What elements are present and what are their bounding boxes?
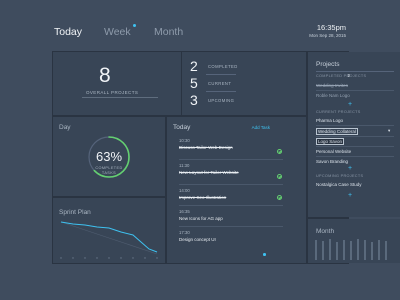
add-project-button[interactable]: + [348,101,352,108]
completion-label-line2: TASKS [101,171,117,175]
divider [316,71,394,72]
upcoming-count: 3 [190,92,198,108]
task-time: 16:35 [179,209,190,214]
completion-percent: 63% [95,149,123,164]
current-projects-label: CURRENT PROJECTS [316,110,361,114]
project-item[interactable]: Pharma Logo [316,118,343,123]
clock: 16:35pm Mon Sep 28, 2015 [309,23,346,38]
divider [179,226,283,227]
task-time: 10:30 [179,138,190,143]
overall-projects-label: OVERALL PROJECTS [86,90,139,95]
clock-date: Mon Sep 28, 2015 [309,33,346,38]
task-item[interactable]: New Icons for AG app [179,216,269,222]
check-icon[interactable] [277,195,282,200]
divider [316,136,394,137]
sprint-title: Sprint Plan [59,209,91,216]
project-item[interactable]: Roble Nam Logo [316,93,350,98]
month-title-label: Month [316,228,335,235]
upcoming-label: UPCOMING [208,97,235,103]
month-bars [315,239,387,260]
task-time: 11:30 [179,163,190,168]
upcoming-count-row: 3 UPCOMING [190,92,234,108]
task-item[interactable]: Design concept UI [179,237,269,243]
completed-count: 2 [190,58,198,74]
add-task-button[interactable]: Add Task [252,125,270,130]
tab-week-label: Week [104,26,131,38]
tab-week[interactable]: Week [104,24,136,38]
completed-projects-count: 2 [347,73,350,78]
today-tasks-panel: Today Add Task 10:30 Discuss Tailor-Web … [167,117,306,263]
clock-time: 16:35pm [316,23,346,32]
task-item[interactable]: Discuss Tailor-Web Design [179,145,269,151]
tab-today[interactable]: Today [54,26,82,38]
project-item[interactable]: Personal Website [316,149,351,154]
task-time: 17:30 [179,230,190,235]
project-item[interactable]: Logo Savon [316,138,345,145]
day-panel: Day 63% COMPLETED TASKS [53,117,165,196]
divider [316,146,394,147]
check-icon[interactable] [277,174,282,179]
upcoming-projects-label: UPCOMING PROJECTS [316,174,364,178]
completed-label: COMPLETED [208,63,238,69]
sprint-ticks [60,257,158,259]
project-item[interactable]: Savon Branding [316,159,348,164]
month-chart: Month [308,219,400,263]
project-item-selected[interactable]: Wedding Collateral [316,128,358,135]
sprint-burndown-chart [60,221,158,259]
dashboard-board: 8 OVERALL PROJECTS 2 COMPLETED 5 CURRENT… [52,51,349,264]
divider [179,159,283,160]
notification-dot [132,24,136,27]
add-project-button[interactable]: + [348,165,352,172]
current-label: CURRENT [208,80,232,86]
day-title: Day [59,124,71,131]
task-item[interactable]: New Layout for Tailor Website [179,170,269,176]
sprint-grid [60,221,158,255]
check-icon[interactable] [277,149,282,154]
task-item[interactable]: Improve Seo Illustration [179,195,269,201]
projects-title: Projects [316,61,340,68]
completed-count-row: 2 COMPLETED [190,58,238,74]
completed-projects-label: COMPLETED PROJECTS [316,74,367,78]
divider [179,205,283,206]
chevron-down-icon[interactable]: ▾ [388,128,390,134]
current-count-row: 5 CURRENT [190,75,231,91]
projects-list: Projects COMPLETED PROJECTS 2 Wedding In… [308,52,400,217]
sprint-plan-panel: Sprint Plan [53,198,165,263]
overall-projects-count: 8 [99,64,111,87]
month-bar-chart [315,239,387,260]
project-item[interactable]: Nostalgica Case Study [316,182,362,187]
divider [316,125,394,126]
project-counts-panel: 2 COMPLETED 5 CURRENT 3 UPCOMING [182,52,306,115]
current-count: 5 [190,75,198,91]
add-project-button[interactable]: + [348,192,352,199]
divider [82,97,158,98]
overall-projects-panel: 8 OVERALL PROJECTS [53,52,181,115]
tab-month[interactable]: Month [154,26,183,38]
divider [316,156,394,157]
project-item[interactable]: Wedding Invites [316,83,348,88]
task-time: 14:00 [179,188,190,193]
completion-label: COMPLETED TASKS [53,166,165,176]
today-title: Today [173,124,191,131]
scroll-indicator[interactable] [263,253,266,256]
divider [179,184,283,185]
divider [316,90,394,91]
